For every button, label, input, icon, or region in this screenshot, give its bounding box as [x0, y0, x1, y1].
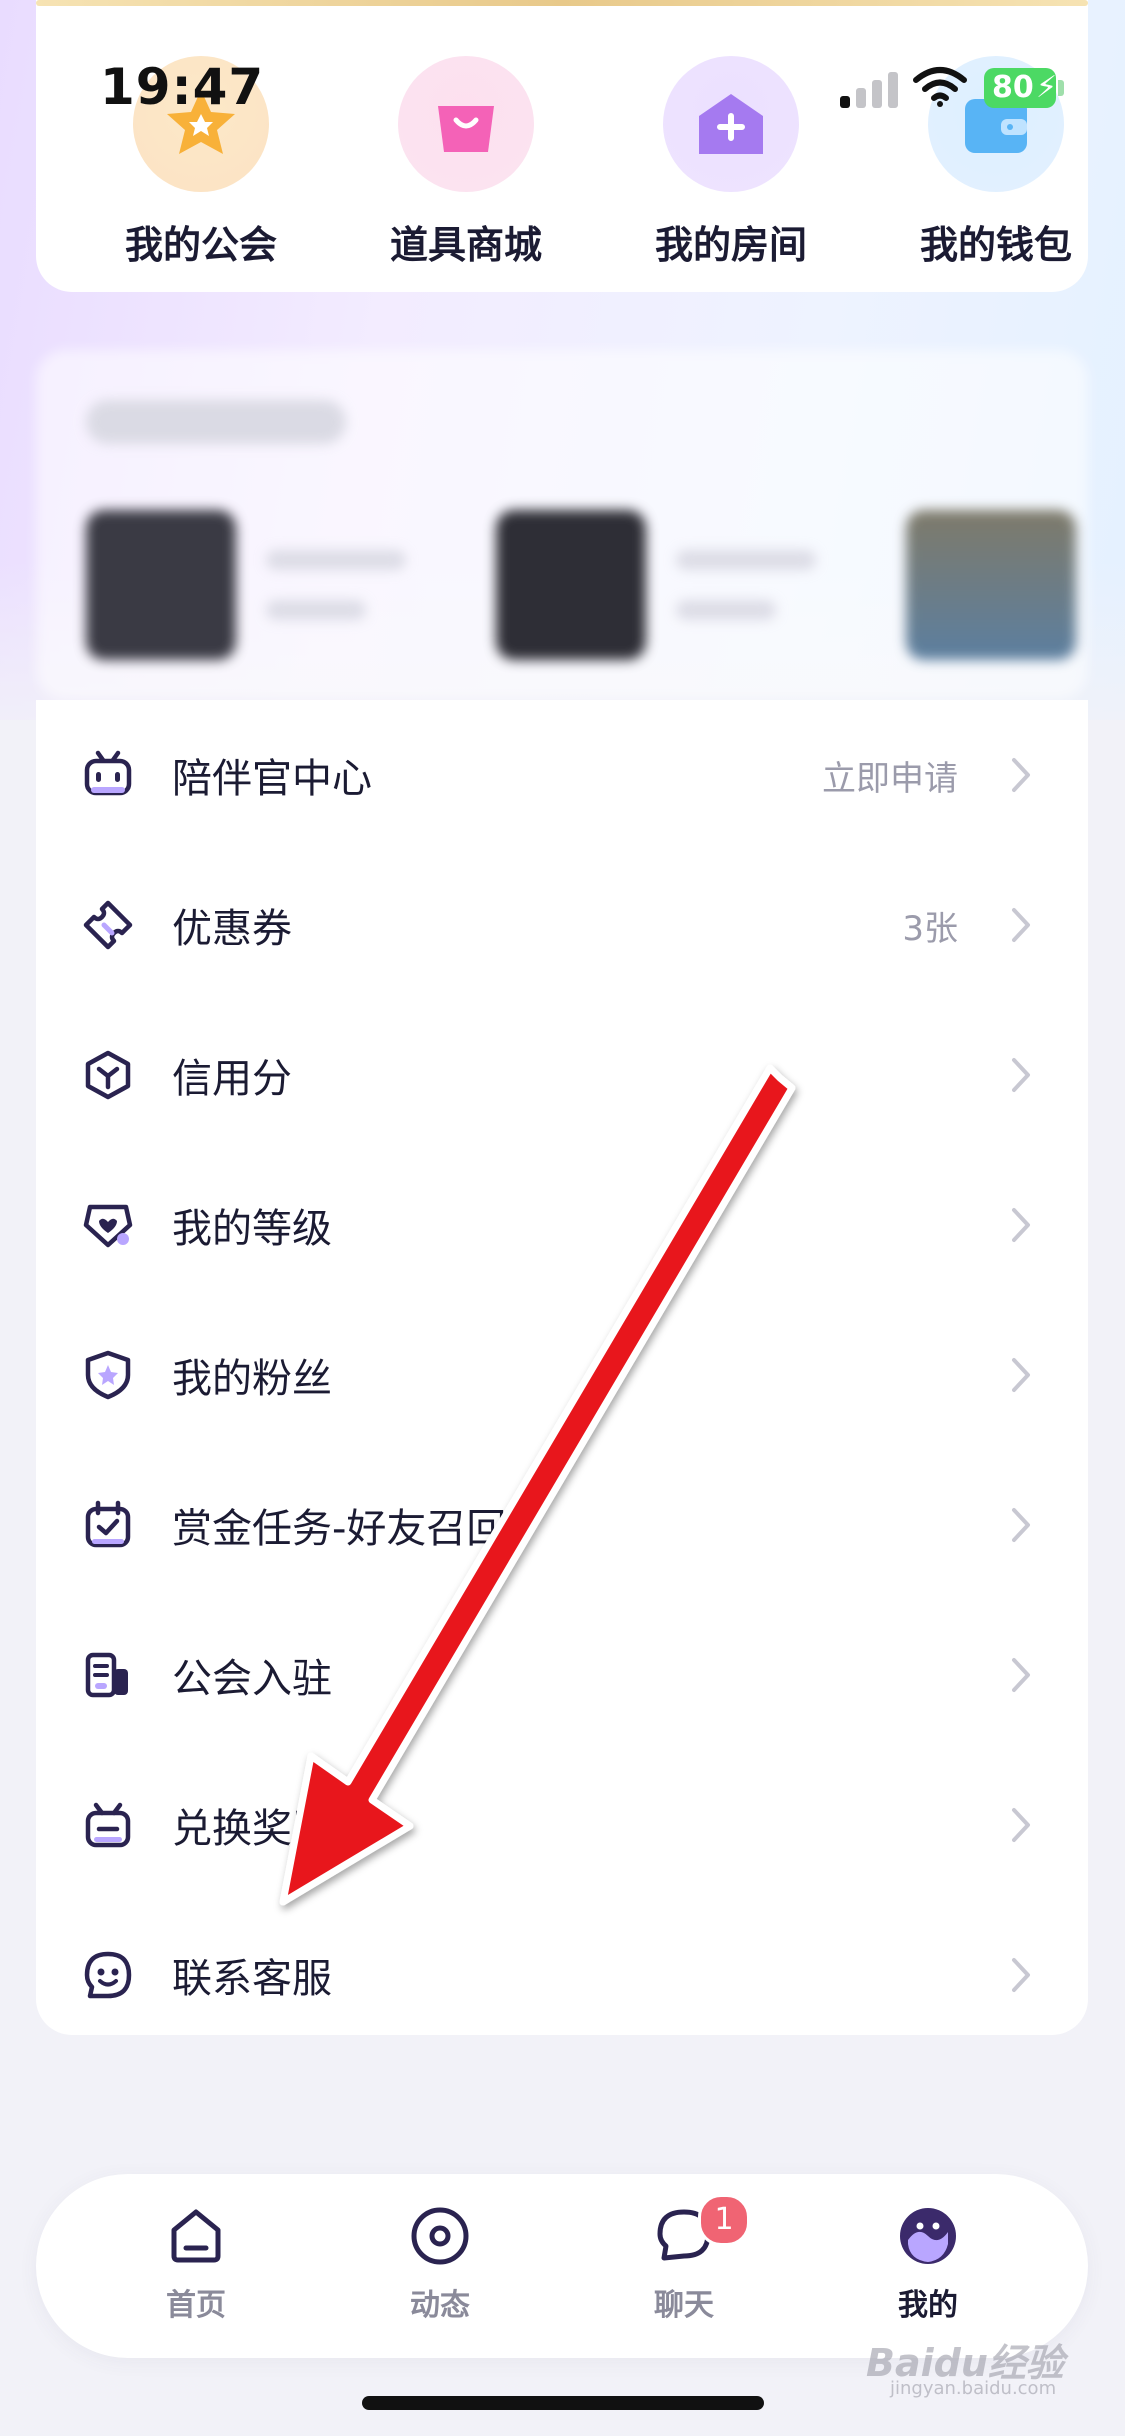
chevron-right-icon	[1012, 758, 1030, 792]
building-icon	[85, 1652, 128, 1698]
menu-item-value: 3张	[902, 908, 958, 949]
gift-box-icon	[85, 1802, 131, 1848]
profile-face-icon	[900, 2208, 956, 2264]
battery-tip	[1058, 80, 1064, 96]
smiley-service-icon	[84, 1951, 132, 1999]
tab-me[interactable]: 我的	[848, 2204, 1008, 2334]
menu-list-card: 陪伴官中心 立即申请 优惠券 3张 信用分 我的等级 我的粉丝 赏金任务-好友召…	[36, 700, 1088, 2035]
companion-robot-icon	[84, 750, 132, 796]
menu-item-value: 立即申请	[822, 758, 958, 799]
menu-item-label: 信用分	[172, 1056, 292, 1102]
tab-chat[interactable]: 1 聊天	[604, 2194, 764, 2334]
menu-item-redeem-rewards[interactable]: 兑换奖励	[36, 1750, 1088, 1900]
status-bar: 19:47 80 ⚡	[0, 0, 1125, 140]
menu-item-customer-service[interactable]: 联系客服	[36, 1900, 1088, 2050]
tab-label: 聊天	[654, 2288, 714, 2323]
quick-action-label: 我的钱包	[919, 223, 1072, 267]
menu-item-bounty-task[interactable]: 赏金任务-好友召回	[36, 1450, 1088, 1600]
blurred-title	[86, 400, 346, 444]
charging-bolt-icon: ⚡	[1036, 70, 1058, 105]
blurred-thumbnail	[906, 510, 1076, 660]
tab-label: 首页	[166, 2288, 226, 2323]
status-time: 19:47	[100, 58, 265, 116]
menu-item-my-level[interactable]: 我的等级	[36, 1150, 1088, 1300]
tab-label: 我的	[898, 2288, 958, 2323]
blurred-thumbnail	[496, 510, 646, 660]
blurred-thumbnail	[86, 510, 236, 660]
chevron-right-icon	[1012, 1658, 1030, 1692]
baidu-watermark-url: jingyan.baidu.com	[890, 2378, 1057, 2399]
credit-cube-icon	[85, 1050, 131, 1100]
home-icon	[171, 2209, 221, 2263]
shield-star-icon	[85, 1350, 131, 1400]
menu-item-label: 公会入驻	[172, 1656, 332, 1702]
tab-moments[interactable]: 动态	[360, 2204, 520, 2334]
menu-item-my-fans[interactable]: 我的粉丝	[36, 1300, 1088, 1450]
home-indicator	[362, 2396, 764, 2410]
unread-badge: 1	[698, 2194, 750, 2246]
tab-home[interactable]: 首页	[116, 2204, 276, 2334]
menu-item-label: 联系客服	[172, 1956, 332, 2002]
menu-item-label: 陪伴官中心	[172, 756, 372, 802]
chevron-right-icon	[1012, 908, 1030, 942]
wifi-icon	[913, 67, 967, 107]
menu-item-label: 我的等级	[172, 1206, 332, 1252]
tab-label: 动态	[410, 2288, 470, 2323]
chevron-right-icon	[1012, 1058, 1030, 1092]
target-icon	[411, 2207, 469, 2265]
heart-level-icon	[83, 1204, 133, 1248]
calendar-check-icon	[85, 1500, 131, 1548]
chevron-right-icon	[1012, 1358, 1030, 1392]
menu-item-label: 我的粉丝	[172, 1356, 332, 1402]
menu-item-guild-join[interactable]: 公会入驻	[36, 1600, 1088, 1750]
quick-action-label: 我的房间	[654, 223, 807, 267]
blurred-featured-section	[36, 350, 1088, 700]
bottom-tab-bar: 首页 动态 1 聊天 我的	[36, 2174, 1088, 2358]
menu-item-label: 兑换奖励	[172, 1806, 332, 1852]
menu-item-coupons[interactable]: 优惠券 3张	[36, 850, 1088, 1000]
cellular-signal-icon	[840, 72, 900, 108]
quick-action-label: 我的公会	[124, 223, 277, 267]
chevron-right-icon	[1012, 1508, 1030, 1542]
chevron-right-icon	[1012, 1208, 1030, 1242]
chevron-right-icon	[1012, 1808, 1030, 1842]
menu-item-companion-center[interactable]: 陪伴官中心 立即申请	[36, 700, 1088, 850]
ticket-icon	[83, 900, 133, 950]
chevron-right-icon	[1012, 1958, 1030, 1992]
menu-item-label: 赏金任务-好友召回	[172, 1506, 507, 1552]
menu-item-label: 优惠券	[172, 906, 292, 952]
quick-action-label: 道具商城	[389, 223, 542, 267]
menu-item-credit-score[interactable]: 信用分	[36, 1000, 1088, 1150]
